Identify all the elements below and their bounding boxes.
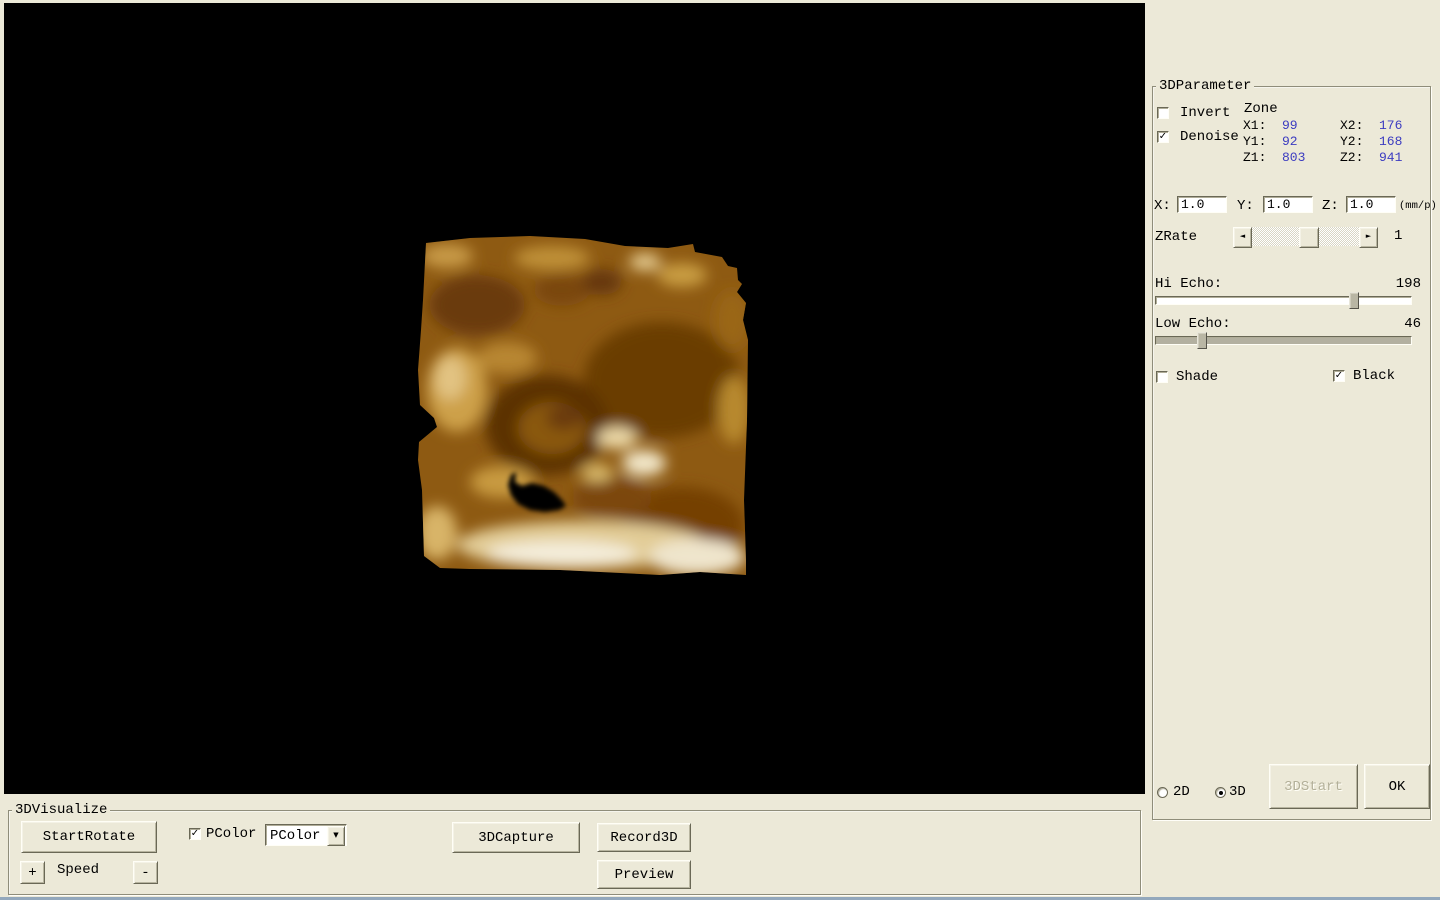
speed-plus-button[interactable]: +	[20, 861, 45, 884]
x-scale-label: X:	[1154, 199, 1171, 214]
denoise-label: Denoise	[1180, 130, 1239, 145]
shade-label: Shade	[1176, 370, 1218, 385]
render-viewport[interactable]	[4, 3, 1145, 794]
zone-z1-label: Z1:	[1243, 150, 1266, 165]
black-checkbox[interactable]: ✓	[1333, 370, 1345, 382]
zone-y2-label: Y2:	[1340, 134, 1363, 149]
z-scale-label: Z:	[1322, 199, 1339, 214]
application-window: 3DParameter Invert ✓ Denoise Zone X1: 99…	[0, 0, 1440, 900]
hi-echo-label: Hi Echo:	[1155, 277, 1222, 292]
denoise-checkbox[interactable]: ✓	[1157, 131, 1169, 143]
pcolor-combobox-dropdown-icon[interactable]: ▼	[327, 826, 345, 846]
zrate-scrollbar[interactable]: ◄ ►	[1233, 227, 1378, 246]
zone-x2-value: 176	[1379, 118, 1402, 133]
mode-2d-label: 2D	[1173, 785, 1190, 800]
low-echo-slider-thumb[interactable]	[1197, 332, 1207, 349]
zone-y1-label: Y1:	[1243, 134, 1266, 149]
start-rotate-button[interactable]: StartRotate	[21, 821, 157, 853]
y-scale-input[interactable]: 1.0	[1263, 196, 1313, 213]
zone-y2-value: 168	[1379, 134, 1402, 149]
pcolor-label: PColor	[206, 827, 256, 842]
3dstart-button[interactable]: 3DStart	[1269, 764, 1358, 809]
x-scale-input[interactable]: 1.0	[1177, 196, 1227, 213]
zrate-scroll-right-button[interactable]: ►	[1359, 227, 1378, 248]
zrate-scroll-left-button[interactable]: ◄	[1233, 227, 1252, 248]
invert-label: Invert	[1180, 106, 1230, 121]
black-label: Black	[1353, 369, 1395, 384]
speed-minus-button[interactable]: -	[133, 861, 158, 884]
zrate-label: ZRate	[1155, 230, 1197, 245]
zone-z2-value: 941	[1379, 150, 1402, 165]
ok-button[interactable]: OK	[1364, 764, 1430, 809]
preview-button[interactable]: Preview	[597, 860, 691, 889]
zone-x1-label: X1:	[1243, 118, 1266, 133]
volume-render-image	[412, 230, 757, 580]
zone-y1-value: 92	[1282, 134, 1298, 149]
mode-2d-radio[interactable]	[1157, 787, 1168, 798]
zone-z1-value: 803	[1282, 150, 1305, 165]
z-scale-input[interactable]: 1.0	[1346, 196, 1396, 213]
y-scale-label: Y:	[1237, 199, 1254, 214]
record3d-button[interactable]: Record3D	[597, 823, 691, 852]
zone-x2-label: X2:	[1340, 118, 1363, 133]
zone-x1-value: 99	[1282, 118, 1298, 133]
3dcapture-button[interactable]: 3DCapture	[452, 822, 580, 853]
zone-z2-label: Z2:	[1340, 150, 1363, 165]
hi-echo-slider-thumb[interactable]	[1349, 292, 1359, 309]
parameter-group-title: 3DParameter	[1156, 79, 1254, 93]
speed-label: Speed	[57, 863, 99, 878]
pcolor-checkbox[interactable]: ✓	[189, 828, 201, 840]
low-echo-label: Low Echo:	[1155, 317, 1231, 332]
low-echo-value: 46	[1385, 317, 1421, 332]
hi-echo-value: 198	[1385, 277, 1421, 292]
zrate-scrollbar-thumb[interactable]	[1299, 227, 1319, 248]
pcolor-combobox[interactable]: PColor ▼	[265, 824, 347, 846]
scale-unit-label: (mm/p)	[1399, 199, 1437, 214]
low-echo-slider-track[interactable]	[1155, 336, 1412, 345]
visualize-group-title: 3DVisualize	[12, 803, 110, 817]
mode-3d-label: 3D	[1229, 785, 1246, 800]
zone-title: Zone	[1244, 102, 1278, 117]
shade-checkbox[interactable]	[1156, 371, 1168, 383]
mode-3d-radio[interactable]	[1215, 787, 1226, 798]
hi-echo-slider-track[interactable]	[1155, 296, 1412, 305]
zrate-value: 1	[1394, 229, 1402, 244]
pcolor-combobox-value: PColor	[270, 828, 320, 844]
invert-checkbox[interactable]	[1157, 107, 1169, 119]
